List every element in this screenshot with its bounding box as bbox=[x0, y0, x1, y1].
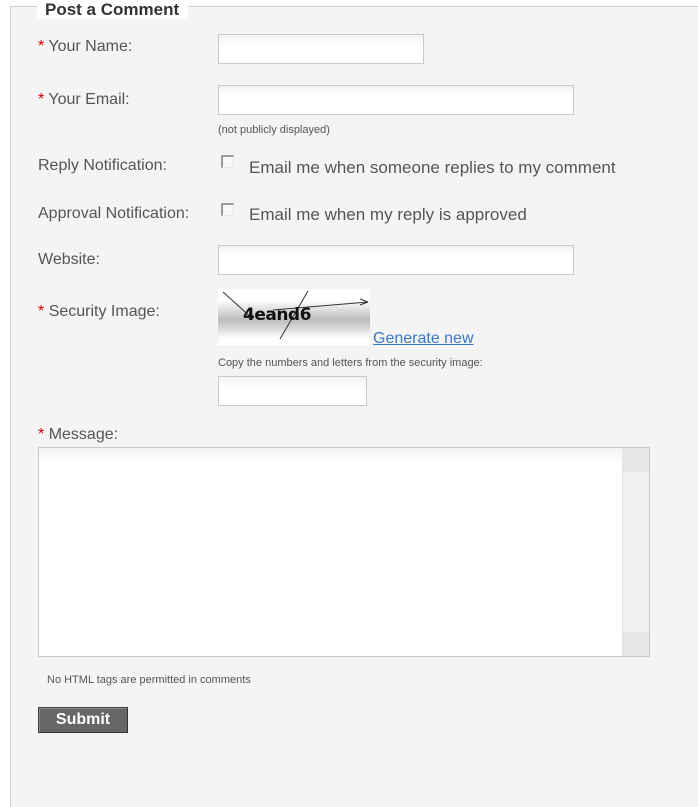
name-label-text: Your Name: bbox=[48, 38, 133, 55]
message-label-text: Message: bbox=[48, 426, 119, 443]
message-label: * Message: bbox=[38, 426, 118, 444]
name-label: * Your Name: bbox=[38, 38, 132, 56]
reply-notification-checkbox-label[interactable]: Email me when someone replies to my comm… bbox=[249, 158, 616, 177]
captcha-image: 4eand6 bbox=[218, 289, 370, 345]
email-input[interactable] bbox=[218, 85, 574, 115]
website-input[interactable] bbox=[218, 245, 574, 275]
approval-notification-label: Approval Notification: bbox=[38, 205, 190, 222]
approval-notification-checkbox[interactable] bbox=[221, 203, 234, 216]
security-image-label: * Security Image: bbox=[38, 303, 160, 321]
reply-notification-label: Reply Notification: bbox=[38, 157, 167, 174]
scroll-down-button[interactable] bbox=[623, 632, 649, 656]
name-input[interactable] bbox=[218, 34, 424, 64]
required-marker: * bbox=[38, 91, 45, 108]
email-label-text: Your Email: bbox=[48, 91, 130, 108]
submit-button[interactable]: Submit bbox=[38, 707, 128, 733]
generate-new-link[interactable]: Generate new bbox=[373, 330, 474, 348]
captcha-hint: Copy the numbers and letters from the se… bbox=[218, 357, 483, 369]
captcha-input[interactable] bbox=[218, 376, 367, 406]
security-image-label-text: Security Image: bbox=[48, 303, 160, 320]
required-marker: * bbox=[38, 303, 45, 320]
html-notice: No HTML tags are permitted in comments bbox=[47, 674, 251, 686]
scroll-up-button[interactable] bbox=[623, 448, 649, 472]
required-marker: * bbox=[38, 38, 45, 55]
website-label: Website: bbox=[38, 251, 100, 268]
captcha-text: 4eand6 bbox=[243, 305, 311, 325]
message-textarea[interactable] bbox=[38, 447, 650, 657]
email-hint: (not publicly displayed) bbox=[218, 124, 330, 136]
email-label: * Your Email: bbox=[38, 91, 130, 109]
form-title: Post a Comment bbox=[37, 0, 189, 19]
reply-notification-checkbox[interactable] bbox=[221, 155, 234, 168]
approval-notification-checkbox-label[interactable]: Email me when my reply is approved bbox=[249, 205, 527, 224]
message-scrollbar[interactable] bbox=[622, 448, 649, 656]
required-marker: * bbox=[38, 426, 45, 443]
